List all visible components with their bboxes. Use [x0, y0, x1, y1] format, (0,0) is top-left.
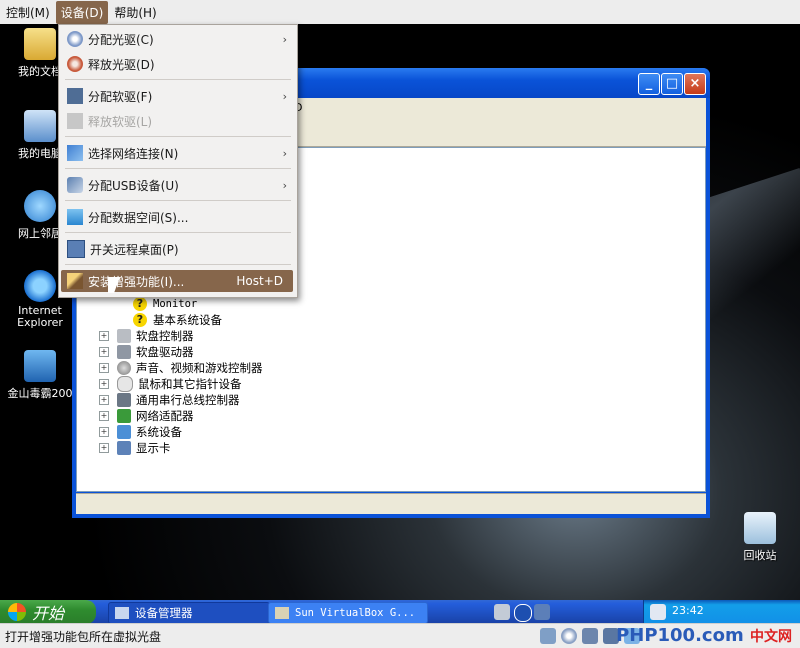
menu-item-unmount-floppy: 释放软驱(L): [61, 110, 293, 132]
tree-item-mouse[interactable]: + 鼠标和其它指针设备: [99, 376, 242, 392]
expand-icon[interactable]: +: [99, 363, 109, 373]
tray-app-icon[interactable]: [534, 604, 550, 620]
shared-folder-icon: [67, 209, 83, 225]
start-button[interactable]: 开始: [0, 600, 96, 624]
virtualbox-icon: [275, 607, 289, 619]
tree-item-floppy-controller[interactable]: + 软盘控制器: [99, 328, 194, 344]
cd-icon: [67, 31, 83, 47]
menu-item-unmount-cd[interactable]: 释放光驱(D): [61, 53, 293, 75]
floppy-drive-icon: [117, 345, 131, 359]
shortcut-label: Host+D: [236, 274, 283, 288]
internet-explorer-icon: [24, 270, 56, 302]
volume-icon[interactable]: [650, 604, 666, 620]
desktop-icon-recycle-bin[interactable]: 回收站: [720, 512, 800, 563]
menu-control[interactable]: 控制(M): [1, 1, 55, 24]
menu-item-remote-desktop[interactable]: 开关远程桌面(P): [61, 238, 293, 260]
expand-icon[interactable]: +: [99, 379, 109, 389]
expand-icon[interactable]: +: [99, 411, 109, 421]
menu-separator: [65, 168, 291, 169]
remote-desktop-icon: [67, 240, 85, 258]
tree-item-display[interactable]: + 显示卡: [99, 440, 171, 456]
submenu-arrow-icon: ›: [282, 178, 287, 192]
tree-item-monitor[interactable]: ? Monitor: [133, 296, 197, 312]
help-icon[interactable]: [514, 604, 532, 622]
windows-logo-icon: [8, 603, 26, 621]
tree-item-base-system[interactable]: ? 基本系统设备: [133, 312, 222, 328]
status-message: 打开增强功能包所在虚拟光盘: [5, 629, 162, 644]
tree-item-usb[interactable]: + 通用串行总线控制器: [99, 392, 240, 408]
network-places-icon: [24, 190, 56, 222]
menu-separator: [65, 200, 291, 201]
tree-item-floppy-drive[interactable]: + 软盘驱动器: [99, 344, 194, 360]
minimize-button[interactable]: _: [638, 73, 660, 95]
menu-devices[interactable]: 设备(D): [55, 0, 109, 24]
task-virtualbox[interactable]: Sun VirtualBox G...: [268, 602, 428, 624]
menu-item-mount-floppy[interactable]: 分配软驱(F) ›: [61, 85, 293, 107]
menu-help[interactable]: 帮助(H): [109, 1, 161, 24]
expand-icon[interactable]: +: [99, 395, 109, 405]
usb-plug-icon: [67, 177, 83, 193]
network-icon: [67, 145, 83, 161]
tree-item-network[interactable]: + 网络适配器: [99, 408, 194, 424]
keyboard-icon[interactable]: [494, 604, 510, 620]
menu-item-usb[interactable]: 分配USB设备(U) ›: [61, 174, 293, 196]
desktop-icon-antivirus[interactable]: 金山毒霸200: [0, 350, 80, 401]
taskbar: 开始 设备管理器 Sun VirtualBox G... 23:42: [0, 600, 800, 624]
menu-item-network[interactable]: 选择网络连接(N) ›: [61, 142, 293, 164]
network-status-icon[interactable]: [582, 628, 598, 644]
sound-icon: [117, 361, 131, 375]
expand-icon[interactable]: +: [99, 347, 109, 357]
usb-icon: [117, 393, 131, 407]
device-manager-icon: [115, 607, 129, 619]
folder-documents-icon: [24, 28, 56, 60]
floppy-icon: [67, 88, 83, 104]
computer-icon: [24, 110, 56, 142]
recycle-bin-icon: [744, 512, 776, 544]
expand-icon[interactable]: +: [99, 427, 109, 437]
unknown-device-icon: ?: [133, 297, 147, 311]
tree-item-sound[interactable]: + 声音、视频和游戏控制器: [99, 360, 263, 376]
cd-status-icon[interactable]: [561, 628, 577, 644]
unknown-device-icon: ?: [133, 313, 147, 327]
system-tray: 23:42: [494, 600, 800, 624]
clock: 23:42: [672, 604, 704, 617]
hard-disk-icon[interactable]: [540, 628, 556, 644]
menu-separator: [65, 79, 291, 80]
expand-icon[interactable]: +: [99, 443, 109, 453]
mouse-icon: [117, 376, 133, 392]
system-device-icon: [117, 425, 131, 439]
close-button[interactable]: ×: [684, 73, 706, 95]
devices-dropdown-menu: 分配光驱(C) › 释放光驱(D) 分配软驱(F) › 释放软驱(L) 选择网络…: [58, 24, 298, 298]
window-statusbar: [76, 493, 706, 514]
menu-item-shared-folders[interactable]: 分配数据空间(S)...: [61, 206, 293, 228]
expand-icon[interactable]: +: [99, 331, 109, 341]
tree-item-system[interactable]: + 系统设备: [99, 424, 182, 440]
host-status-bar: 打开增强功能包所在虚拟光盘 PHP100.com 中文网: [0, 623, 800, 648]
menu-separator: [65, 136, 291, 137]
maximize-button[interactable]: □: [661, 73, 683, 95]
controller-icon: [117, 329, 131, 343]
menu-item-install-guest-additions[interactable]: 安装增强功能(I)... Host+D: [61, 270, 293, 292]
network-adapter-icon: [117, 409, 131, 423]
submenu-arrow-icon: ›: [282, 146, 287, 160]
display-adapter-icon: [117, 441, 131, 455]
floppy-eject-icon: [67, 113, 83, 129]
menu-separator: [65, 264, 291, 265]
host-menu-bar: 控制(M) 设备(D) 帮助(H): [0, 0, 800, 25]
submenu-arrow-icon: ›: [282, 89, 287, 103]
menu-item-mount-cd[interactable]: 分配光驱(C) ›: [61, 28, 293, 50]
submenu-arrow-icon: ›: [282, 32, 287, 46]
mouse-cursor-icon: [108, 277, 120, 293]
menu-separator: [65, 232, 291, 233]
antivirus-icon: [24, 350, 56, 382]
wrench-icon: [67, 273, 83, 289]
task-device-manager[interactable]: 设备管理器: [108, 602, 270, 624]
cd-eject-icon: [67, 56, 83, 72]
watermark: PHP100.com 中文网: [616, 625, 792, 646]
